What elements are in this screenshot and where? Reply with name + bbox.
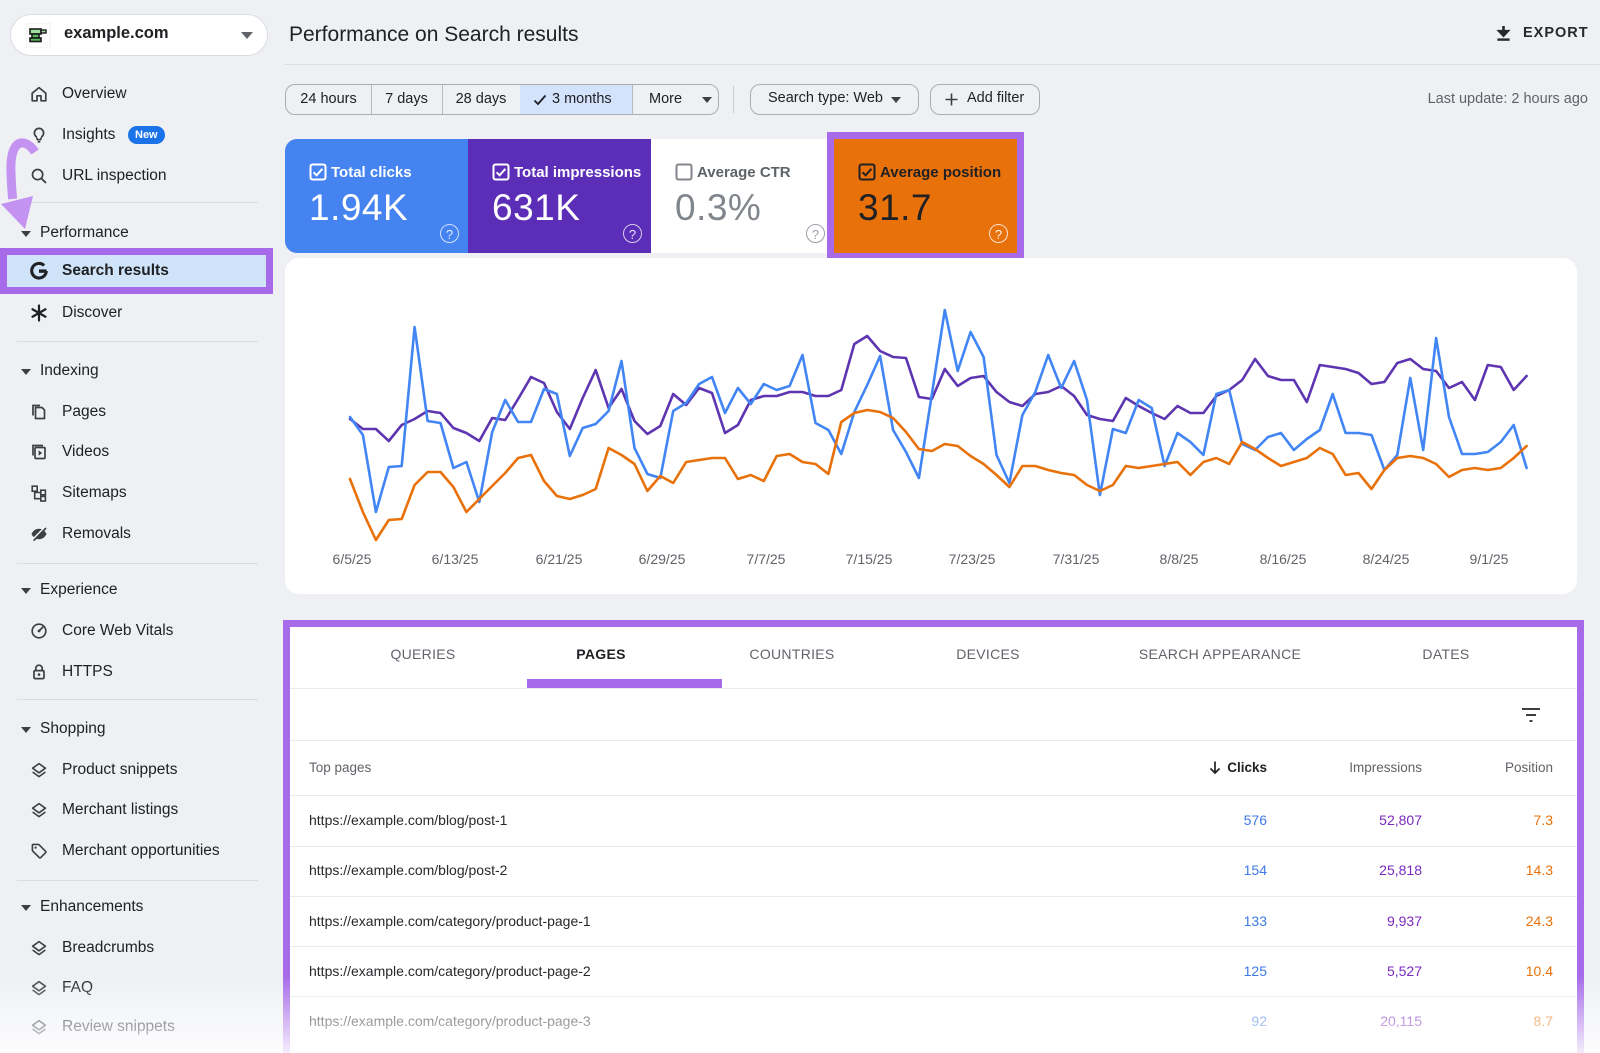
svg-text:8/8/25: 8/8/25 <box>1160 551 1199 567</box>
svg-text:6/21/25: 6/21/25 <box>536 551 583 567</box>
svg-text:7/15/25: 7/15/25 <box>846 551 893 567</box>
svg-text:7/31/25: 7/31/25 <box>1053 551 1100 567</box>
svg-text:6/13/25: 6/13/25 <box>432 551 479 567</box>
svg-text:7/7/25: 7/7/25 <box>747 551 786 567</box>
svg-text:8/16/25: 8/16/25 <box>1260 551 1307 567</box>
svg-text:6/5/25: 6/5/25 <box>333 551 372 567</box>
svg-text:8/24/25: 8/24/25 <box>1363 551 1410 567</box>
svg-text:9/1/25: 9/1/25 <box>1470 551 1509 567</box>
svg-text:6/29/25: 6/29/25 <box>639 551 686 567</box>
svg-text:7/23/25: 7/23/25 <box>949 551 996 567</box>
